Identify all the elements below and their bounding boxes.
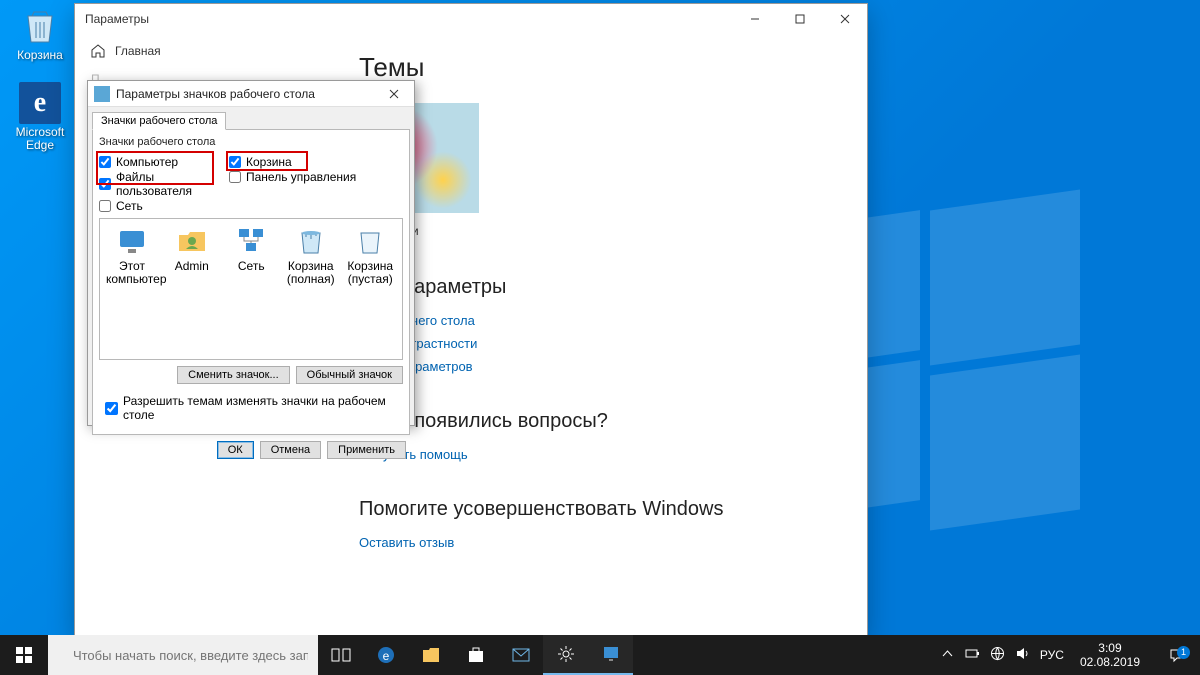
cancel-button[interactable]: Отмена <box>260 441 321 459</box>
settings-home-label: Главная <box>115 44 161 58</box>
link-sync-settings[interactable]: ваших параметров <box>359 359 839 374</box>
tray-clock[interactable]: 3:09 02.08.2019 <box>1074 641 1146 670</box>
desktop-icon-edge[interactable]: e Microsoft Edge <box>9 82 71 152</box>
maximize-button[interactable] <box>777 4 822 34</box>
tray-network-icon[interactable] <box>990 646 1005 664</box>
dialog-icon <box>94 86 110 102</box>
checkbox-label: Файлы пользователя <box>116 170 229 198</box>
help-header: У вас появились вопросы? <box>359 410 839 433</box>
checkbox-label: Панель управления <box>246 170 356 184</box>
checkbox-control-panel[interactable]: Панель управления <box>229 170 389 184</box>
action-center-button[interactable]: 1 <box>1156 648 1196 663</box>
settings-title: Параметры <box>85 12 732 26</box>
dialog-tab-icons[interactable]: Значки рабочего стола <box>92 112 226 130</box>
desktop-icon-recycle-bin[interactable]: Корзина <box>9 5 71 62</box>
apply-button[interactable]: Применить <box>327 441 406 459</box>
icon-preview-box: Этот компьютер Admin Сеть Корзина (полна… <box>99 218 403 360</box>
dialog-titlebar: Параметры значков рабочего стола <box>88 81 414 107</box>
tray-volume-icon[interactable] <box>1015 646 1030 664</box>
checkbox-recycle-bin[interactable]: Корзина <box>229 155 389 169</box>
tray-chevron-icon[interactable] <box>940 646 955 664</box>
tray-battery-icon[interactable] <box>965 646 980 664</box>
checkbox-user-files[interactable]: Файлы пользователя <box>99 170 229 198</box>
tray-language[interactable]: РУС <box>1040 648 1064 662</box>
svg-text:e: e <box>382 649 389 663</box>
taskbar-display-props[interactable] <box>588 635 633 675</box>
taskbar-explorer[interactable] <box>408 635 453 675</box>
link-feedback[interactable]: Оставить отзыв <box>359 535 839 550</box>
edge-icon: e <box>19 82 61 124</box>
icon-admin[interactable]: Admin <box>166 225 218 273</box>
user-folder-icon <box>176 225 208 257</box>
tray-date: 02.08.2019 <box>1080 655 1140 669</box>
checkbox-computer[interactable]: Компьютер <box>99 155 229 169</box>
icon-label: Сеть <box>238 259 265 273</box>
recycle-empty-icon <box>354 225 386 257</box>
search-box[interactable]: 🔍 <box>48 635 318 675</box>
checkbox-label: Разрешить темам изменять значки на рабоч… <box>123 394 403 422</box>
dialog-button-bar: ОК Отмена Применить <box>88 435 414 465</box>
icon-recycle-empty[interactable]: Корзина (пустая) <box>345 225 397 286</box>
notification-badge: 1 <box>1177 646 1190 659</box>
link-get-help[interactable]: Получить помощь <box>359 447 839 462</box>
start-button[interactable] <box>0 635 48 675</box>
taskbar-store[interactable] <box>453 635 498 675</box>
desktop-icon-label: Microsoft Edge <box>9 126 71 152</box>
checkbox-allow-themes[interactable]: Разрешить темам изменять значки на рабоч… <box>105 394 403 422</box>
default-icon-button[interactable]: Обычный значок <box>296 366 403 384</box>
system-tray: РУС 3:09 02.08.2019 1 <box>936 635 1200 675</box>
icon-label: Корзина (полная) <box>287 259 335 286</box>
settings-titlebar: Параметры <box>75 4 867 34</box>
icon-label: Корзина (пустая) <box>347 259 393 286</box>
related-header: щие параметры <box>359 276 839 299</box>
taskbar-mail[interactable] <box>498 635 543 675</box>
ok-button[interactable]: ОК <box>217 441 254 459</box>
pc-icon <box>116 225 148 257</box>
page-title: Темы <box>359 52 839 83</box>
home-icon <box>91 44 105 58</box>
icon-label: Admin <box>175 259 209 273</box>
icon-recycle-full[interactable]: Корзина (полная) <box>285 225 337 286</box>
desktop-icon-label: Корзина <box>9 49 71 62</box>
checkbox-label: Корзина <box>246 155 292 169</box>
taskbar: 🔍 e РУС 3:09 02.08.2019 1 <box>0 635 1200 675</box>
network-icon <box>235 225 267 257</box>
checkbox-network[interactable]: Сеть <box>99 199 229 213</box>
recycle-full-icon <box>295 225 327 257</box>
icon-network[interactable]: Сеть <box>226 225 278 273</box>
taskbar-settings[interactable] <box>543 635 588 675</box>
icon-this-pc[interactable]: Этот компьютер <box>106 225 158 286</box>
link-high-contrast[interactable]: окой контрастности <box>359 336 839 351</box>
settings-home[interactable]: Главная <box>75 38 331 64</box>
task-view-button[interactable] <box>318 635 363 675</box>
feedback-header: Помогите усовершенствовать Windows <box>359 498 839 521</box>
dialog-tabs: Значки рабочего стола <box>88 107 414 129</box>
close-button[interactable] <box>822 4 867 34</box>
tray-time: 3:09 <box>1080 641 1140 655</box>
checkbox-label: Сеть <box>116 199 143 213</box>
desktop-icons-dialog: Параметры значков рабочего стола Значки … <box>87 80 415 426</box>
search-input[interactable] <box>73 648 308 663</box>
link-desktop-icons[interactable]: ков рабочего стола <box>359 313 839 328</box>
checkbox-label: Компьютер <box>116 155 178 169</box>
dialog-title: Параметры значков рабочего стола <box>116 87 374 101</box>
icon-label: Этот компьютер <box>106 259 167 286</box>
minimize-button[interactable] <box>732 4 777 34</box>
change-icon-button[interactable]: Сменить значок... <box>177 366 290 384</box>
taskbar-edge[interactable]: e <box>363 635 408 675</box>
dialog-close-button[interactable] <box>374 81 414 107</box>
fieldset-label: Значки рабочего стола <box>99 136 403 148</box>
taskbar-items: e <box>318 635 633 675</box>
recycle-bin-icon <box>19 5 61 47</box>
